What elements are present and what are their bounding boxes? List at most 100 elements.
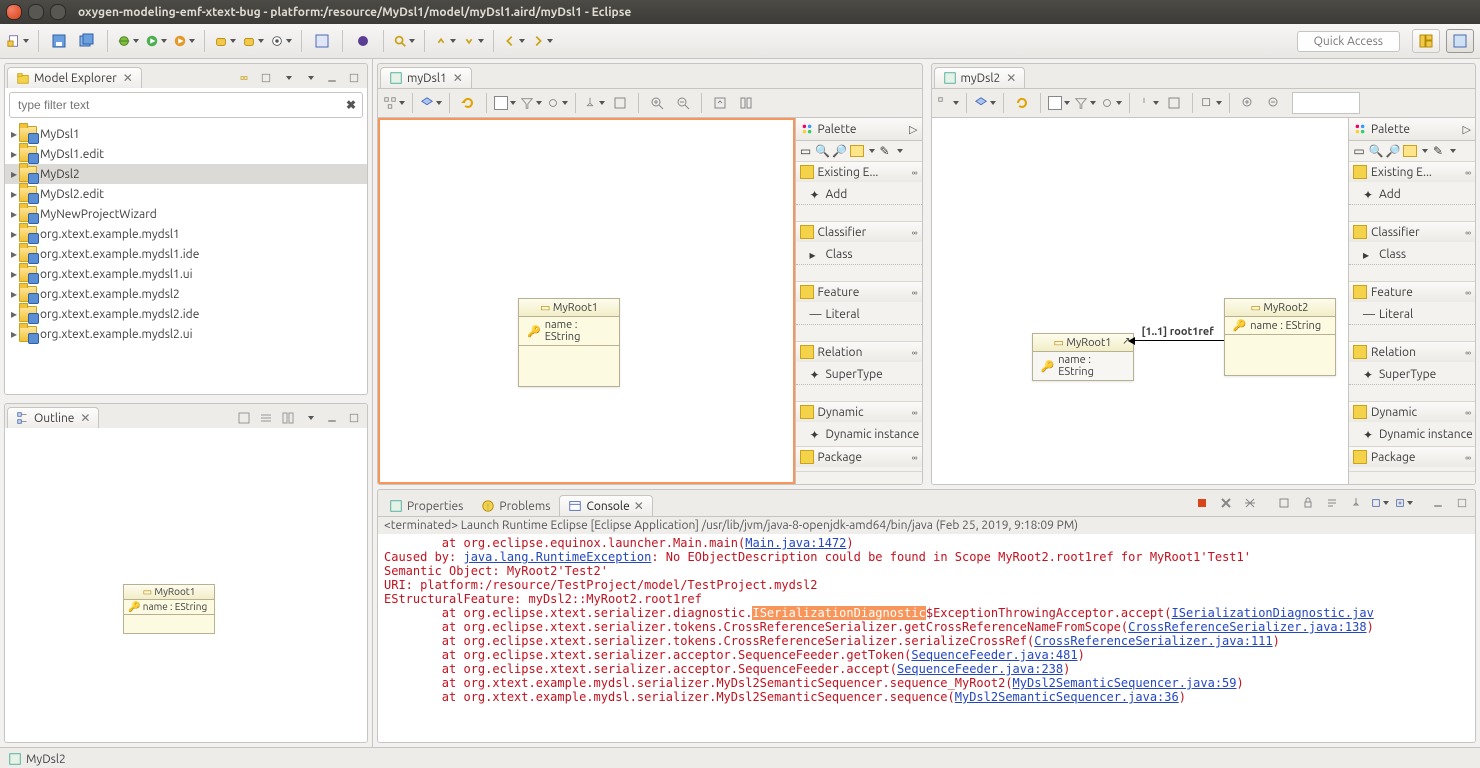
project-tree-item[interactable]: ▸org.xtext.example.mydsl2.ide [5, 304, 367, 324]
palette-group[interactable]: Existing E...∞ [1349, 162, 1475, 182]
paste-format-button[interactable] [608, 91, 632, 115]
stack-link[interactable]: Main.java:1472 [745, 536, 846, 550]
project-tree-item[interactable]: ▸org.xtext.example.mydsl2.ui [5, 324, 367, 344]
palette-entry[interactable]: ▸Class [1349, 244, 1475, 264]
next-annotation-button[interactable] [461, 29, 485, 53]
tab-properties[interactable]: Properties [380, 495, 472, 516]
outline-mode1-button[interactable] [234, 408, 254, 428]
palette-entry[interactable]: ▸Class [796, 244, 922, 264]
layers-button[interactable] [419, 91, 443, 115]
close-icon[interactable]: ✕ [80, 411, 90, 425]
pin-console-button[interactable] [1346, 493, 1366, 513]
project-tree-item[interactable]: ▸org.xtext.example.mydsl2 [5, 284, 367, 304]
select-button[interactable] [1047, 91, 1071, 115]
palette-entry[interactable]: —Literal [796, 304, 922, 324]
note-tool-icon[interactable] [1403, 145, 1417, 157]
zoom-in-icon[interactable]: 🔍 [1369, 144, 1383, 158]
terminate-button[interactable] [1192, 493, 1212, 513]
editor-tab-mydsl2[interactable]: myDsl2 ✕ [934, 67, 1026, 88]
clear-filter-icon[interactable]: ✖ [346, 98, 356, 112]
run-button[interactable] [144, 29, 168, 53]
quick-access-field[interactable]: Quick Access [1297, 31, 1400, 52]
palette-entry-more[interactable] [1349, 384, 1475, 399]
model-explorer-filter[interactable]: ✖ [9, 92, 363, 118]
palette-entry[interactable]: —Literal [1349, 304, 1475, 324]
tab-problems[interactable]: !Problems [472, 495, 559, 516]
selection-tool-icon[interactable]: ▭ [799, 144, 813, 158]
scroll-lock-button[interactable] [1298, 493, 1318, 513]
palette-group[interactable]: Package∞ [796, 447, 922, 467]
outline-mode2-button[interactable] [256, 408, 276, 428]
show-hide-button[interactable] [545, 91, 569, 115]
view-menu-button[interactable] [300, 68, 320, 88]
outline-canvas[interactable]: ▭ MyRoot1 🔑 name : EString [5, 428, 367, 742]
collapse-all-button[interactable] [278, 68, 298, 88]
project-tree-item[interactable]: ▸org.xtext.example.mydsl1.ui [5, 264, 367, 284]
generate-button[interactable] [269, 29, 293, 53]
pin-button[interactable] [1136, 91, 1160, 115]
project-tree-item[interactable]: ▸MyDsl2 [5, 164, 367, 184]
select-all-button[interactable] [351, 29, 375, 53]
palette-entry[interactable]: ✦SuperType [1349, 364, 1475, 384]
palette-entry[interactable]: ✦Add [1349, 184, 1475, 204]
model-explorer-tree[interactable]: ▸MyDsl1▸MyDsl1.edit▸MyDsl2▸MyDsl2.edit▸M… [5, 122, 367, 346]
show-hide-button[interactable] [1099, 91, 1123, 115]
close-icon[interactable]: ✕ [1006, 71, 1016, 85]
palette-entry[interactable]: ✦SuperType [796, 364, 922, 384]
palette-entry-more[interactable] [796, 204, 922, 219]
save-all-button[interactable] [75, 29, 99, 53]
run-last-tool-button[interactable] [172, 29, 196, 53]
stack-link[interactable]: java.lang.RuntimeException [463, 550, 651, 564]
display-selected-console-button[interactable] [1370, 493, 1390, 513]
select-button[interactable] [493, 91, 517, 115]
palette-entry[interactable]: ✦Dynamic instance [796, 424, 922, 444]
project-tree-item[interactable]: ▸org.xtext.example.mydsl1.ide [5, 244, 367, 264]
palette-entry[interactable]: ✦Dynamic instance [1349, 424, 1475, 444]
outline-mode3-button[interactable] [278, 408, 298, 428]
outline-class-node[interactable]: ▭ MyRoot1 🔑 name : EString [123, 584, 215, 634]
palette-group[interactable]: Classifier∞ [796, 222, 922, 242]
note-tool-icon[interactable] [850, 145, 864, 157]
zoom-in-button[interactable] [645, 91, 669, 115]
search-button[interactable] [392, 29, 416, 53]
palette-group[interactable]: Feature∞ [796, 282, 922, 302]
maximize-view-button[interactable] [1452, 493, 1472, 513]
palette-entry-more[interactable] [1349, 204, 1475, 219]
shortcut-node-myroot1[interactable]: ▭ MyRoot1↗ 🔑 name : EString [1032, 333, 1134, 381]
stack-link[interactable]: SequenceFeeder.java:238 [897, 662, 1063, 676]
nav-forward-button[interactable] [530, 29, 554, 53]
layout-button[interactable] [734, 91, 758, 115]
minimize-view-button[interactable] [1428, 493, 1448, 513]
zoom-out-icon[interactable]: 🔎 [833, 144, 847, 158]
zoom-combo[interactable] [1292, 92, 1360, 114]
clear-console-button[interactable] [1274, 493, 1294, 513]
stack-link[interactable]: CrossReferenceSerializer.java:138 [1128, 620, 1366, 634]
close-icon[interactable]: ✕ [123, 71, 133, 85]
close-icon[interactable]: ✕ [634, 499, 644, 513]
zoom-out-button[interactable] [1262, 91, 1286, 115]
new-button[interactable] [6, 29, 30, 53]
palette-entry-more[interactable] [796, 264, 922, 279]
project-tree-item[interactable]: ▸org.xtext.example.mydsl1 [5, 224, 367, 244]
palette-entry[interactable]: ✦Add [796, 184, 922, 204]
word-wrap-button[interactable] [1322, 493, 1342, 513]
filter-button[interactable] [519, 91, 543, 115]
zoom-out-button[interactable] [671, 91, 695, 115]
stack-link[interactable]: SequenceFeeder.java:481 [911, 648, 1077, 662]
palette-group[interactable]: Existing E...∞ [796, 162, 922, 182]
zoom-in-button[interactable] [1236, 91, 1260, 115]
palette-group[interactable]: Dynamic∞ [1349, 402, 1475, 422]
zoom-in-icon[interactable]: 🔍 [816, 144, 830, 158]
refresh-button[interactable] [456, 91, 480, 115]
reference-edge[interactable] [1134, 340, 1224, 341]
palette-group[interactable]: Package∞ [1349, 447, 1475, 467]
filter-input[interactable] [16, 97, 346, 113]
debug-button[interactable] [116, 29, 140, 53]
save-button[interactable] [47, 29, 71, 53]
outline-menu-button[interactable] [300, 408, 320, 428]
model-explorer-tab[interactable]: Model Explorer ✕ [7, 67, 142, 88]
console-output[interactable]: at org.eclipse.equinox.launcher.Main.mai… [378, 534, 1475, 742]
palette-entry-more[interactable] [796, 324, 922, 339]
maximize-view-button[interactable] [344, 408, 364, 428]
stack-link[interactable]: MyDsl2SemanticSequencer.java:59 [1013, 676, 1237, 690]
